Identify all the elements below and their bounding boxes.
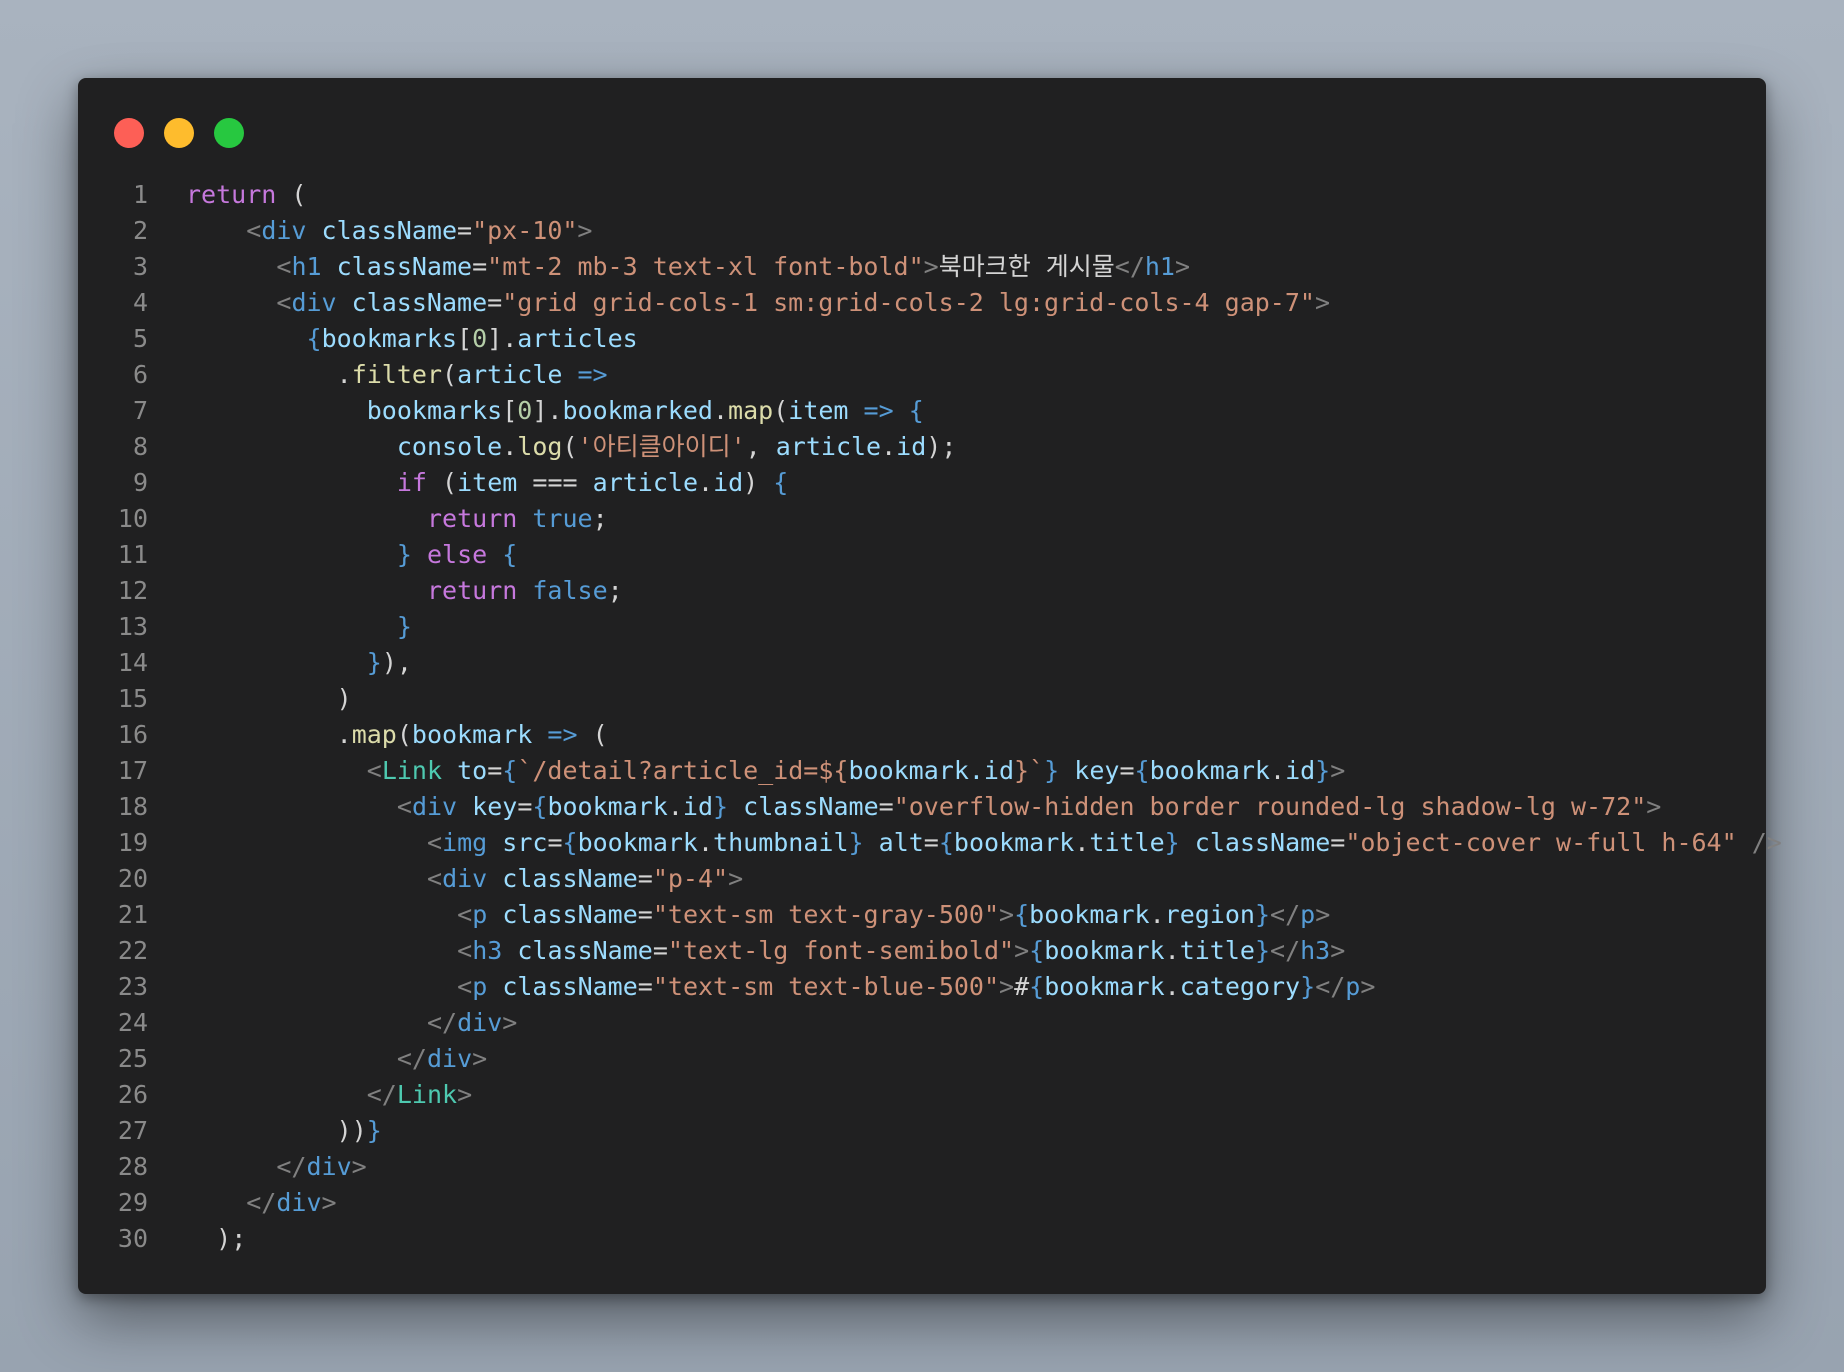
code-text: } else {	[396, 540, 518, 569]
line-number: 27	[117, 1116, 148, 1145]
code-text: .map(bookmark => (	[336, 720, 608, 749]
line-number: 15	[117, 684, 148, 713]
code-text: <img src={bookmark.thumbnail} alt={bookm…	[427, 828, 1782, 857]
code-text: }	[396, 612, 412, 641]
code-line: 19 <img src={bookmark.thumbnail} alt={bo…	[78, 825, 1782, 861]
code-line: 27 ))}	[78, 1113, 1766, 1149]
code-line: 29 </div>	[78, 1185, 1766, 1221]
line-number: 16	[117, 720, 148, 749]
code-text: </div>	[276, 1152, 367, 1181]
code-text: </div>	[396, 1044, 488, 1073]
line-number: 26	[117, 1080, 148, 1109]
code-text: bookmarks[0].bookmarked.map(item => {	[366, 396, 924, 425]
code-line: 1 return (	[78, 177, 1766, 213]
code-text: <div className="px-10">	[246, 216, 593, 245]
code-line: 28 </div>	[78, 1149, 1766, 1185]
code-line: 9 if (item === article.id) {	[78, 465, 1766, 501]
code-text: <div key={bookmark.id} className="overfl…	[396, 792, 1662, 821]
line-number: 23	[117, 972, 148, 1001]
line-number: 21	[117, 900, 148, 929]
line-number: 20	[117, 864, 148, 893]
code-text: .filter(article =>	[336, 360, 608, 389]
code-line: 12 return false;	[78, 573, 1766, 609]
code-text: );	[216, 1224, 247, 1253]
code-text: ))}	[336, 1116, 382, 1145]
code-text: <h1 className="mt-2 mb-3 text-xl font-bo…	[276, 252, 1191, 281]
code-text: <h3 className="text-lg font-semibold">{b…	[457, 936, 1346, 965]
code-text: </Link>	[366, 1080, 473, 1109]
code-text: <div className="grid grid-cols-1 sm:grid…	[276, 288, 1331, 317]
line-number: 24	[117, 1008, 148, 1037]
code-text: {bookmarks[0].articles	[306, 324, 638, 353]
code-text: <div className="p-4">	[427, 864, 744, 893]
code-line: 4 <div className="grid grid-cols-1 sm:gr…	[78, 285, 1766, 321]
code-text: <Link to={`/detail?article_id=${bookmark…	[366, 756, 1346, 785]
line-number: 6	[132, 360, 148, 389]
code-line: 11 } else {	[78, 537, 1766, 573]
code-line: 6 .filter(article =>	[78, 357, 1766, 393]
line-number: 18	[117, 792, 148, 821]
code-text: </div>	[246, 1188, 337, 1217]
code-line: 20 <div className="p-4">	[78, 861, 1766, 897]
line-number: 25	[117, 1044, 148, 1073]
code-line: 18 <div key={bookmark.id} className="ove…	[78, 789, 1766, 825]
code-text: <p className="text-sm text-blue-500">#{b…	[457, 972, 1376, 1001]
code-line: 15 )	[78, 681, 1766, 717]
line-number: 1	[132, 180, 148, 209]
minimize-button[interactable]	[164, 118, 194, 148]
line-number: 28	[117, 1152, 148, 1181]
line-number: 10	[117, 504, 148, 533]
code-line: 23 <p className="text-sm text-blue-500">…	[78, 969, 1766, 1005]
line-number: 22	[117, 936, 148, 965]
code-line: 26 </Link>	[78, 1077, 1766, 1113]
line-number: 3	[132, 252, 148, 281]
code-line: 16 .map(bookmark => (	[78, 717, 1766, 753]
line-number: 13	[117, 612, 148, 641]
code-line: 21 <p className="text-sm text-gray-500">…	[78, 897, 1766, 933]
code-text: return true;	[427, 504, 608, 533]
code-text: <p className="text-sm text-gray-500">{bo…	[457, 900, 1331, 929]
code-text: return (	[186, 180, 307, 209]
line-number: 12	[117, 576, 148, 605]
code-line: 24 </div>	[78, 1005, 1766, 1041]
code-line: 3 <h1 className="mt-2 mb-3 text-xl font-…	[78, 249, 1766, 285]
line-number: 7	[132, 396, 148, 425]
code-line: 10 return true;	[78, 501, 1766, 537]
line-number: 17	[117, 756, 148, 785]
code-text: }),	[366, 648, 412, 677]
code-line: 30 );	[78, 1221, 1766, 1257]
line-number: 8	[132, 432, 148, 461]
code-line: 8 console.log('아티클아이디', article.id);	[78, 429, 1766, 465]
line-number: 14	[117, 648, 148, 677]
code-line: 7 bookmarks[0].bookmarked.map(item => {	[78, 393, 1766, 429]
line-number: 29	[117, 1188, 148, 1217]
line-number: 9	[132, 468, 148, 497]
code-line: 13 }	[78, 609, 1766, 645]
code-line: 5 {bookmarks[0].articles	[78, 321, 1766, 357]
line-number: 5	[132, 324, 148, 353]
maximize-button[interactable]	[214, 118, 244, 148]
line-number: 2	[132, 216, 148, 245]
code-text: )	[336, 684, 352, 713]
code-text: if (item === article.id) {	[396, 468, 789, 497]
line-number: 4	[132, 288, 148, 317]
code-text: return false;	[427, 576, 623, 605]
code-line: 22 <h3 className="text-lg font-semibold"…	[78, 933, 1766, 969]
code-line: 25 </div>	[78, 1041, 1766, 1077]
code-line: 17 <Link to={`/detail?article_id=${bookm…	[78, 753, 1766, 789]
code-line: 2 <div className="px-10">	[78, 213, 1766, 249]
code-text: </div>	[427, 1008, 518, 1037]
line-number: 30	[117, 1224, 148, 1253]
close-button[interactable]	[114, 118, 144, 148]
code-line: 14 }),	[78, 645, 1766, 681]
line-number: 19	[117, 828, 148, 857]
code-text: console.log('아티클아이디', article.id);	[396, 432, 957, 461]
line-number: 11	[117, 540, 148, 569]
